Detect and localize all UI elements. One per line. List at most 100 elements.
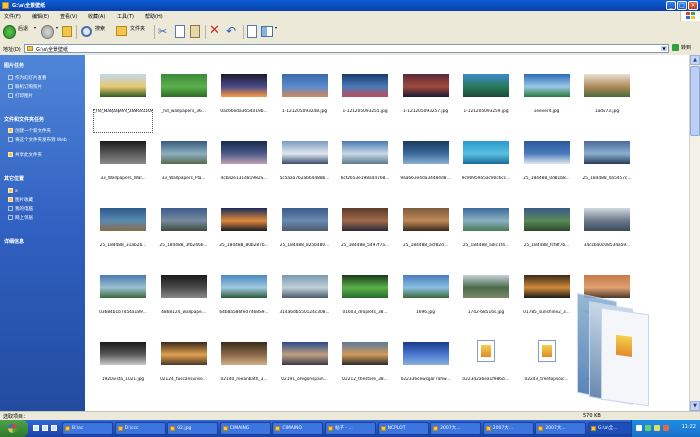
maximize-button[interactable]: □ (677, 1, 687, 10)
file-tasks-header[interactable]: 文件和文件夹任务 (4, 116, 44, 123)
undo-icon[interactable]: ↶ (226, 24, 240, 38)
file-item[interactable]: 1-121205093257.jpg (396, 63, 456, 123)
back-icon[interactable] (3, 25, 16, 39)
file-item[interactable]: 314a6db550124c308... (275, 264, 335, 324)
cut-icon[interactable]: ✂ (158, 25, 172, 39)
file-item[interactable]: 01603_droplets_38... (335, 264, 395, 324)
views-dropdown-icon[interactable]: ▾ (275, 25, 277, 30)
file-item[interactable]: 0ac66eda3654019b... (214, 63, 274, 123)
search-icon[interactable] (81, 26, 92, 37)
file-item[interactable]: 1-121205093255.jpg (335, 63, 395, 123)
print-pictures-link[interactable]: 打印图片 (8, 93, 33, 99)
details-header[interactable]: 详细信息 (4, 238, 24, 245)
file-item[interactable]: 4cbaze131481982S... (214, 130, 274, 190)
tray-volume-icon[interactable] (654, 425, 660, 431)
copy-icon[interactable] (175, 25, 185, 38)
file-item[interactable]: 25_184488_fcf8f7b... (517, 197, 577, 257)
taskbar-button[interactable]: 帖子 - ... (325, 422, 376, 435)
file-item[interactable]: 34ccba0c08534a59... (577, 197, 637, 257)
file-item[interactable]: 1-121205093248.jpg (275, 63, 335, 123)
scroll-up-button[interactable]: ▲ (690, 55, 700, 65)
file-item[interactable]: 1920vista_1021.jpg (93, 331, 153, 391)
taskbar-button[interactable]: 2007大... (535, 422, 587, 435)
picture-tasks-header[interactable]: 图片任务 (4, 62, 24, 69)
file-item[interactable]: 1696.jpg (396, 264, 456, 324)
file-item[interactable]: 4868124_wallpape... (154, 264, 214, 324)
menu-tools[interactable]: 工具(T) (117, 13, 134, 20)
file-item[interactable]: 5c5aaa762ab64488b... (275, 130, 335, 190)
taskbar-button[interactable]: CIMAING (219, 422, 271, 435)
file-item[interactable]: 02212_thestare_38... (335, 331, 395, 391)
file-item[interactable]: 25_184488_adic1f4... (456, 197, 516, 257)
network-places-link[interactable]: 网上邻居 (8, 215, 33, 221)
taskbar-button[interactable]: B:\ac (62, 422, 113, 435)
paste-icon[interactable] (190, 25, 200, 38)
share-folder-link[interactable]: 共享此文件夹 (8, 152, 42, 158)
go-button[interactable]: 转到 (672, 44, 698, 53)
taskbar-button[interactable]: NCPLOT (377, 422, 429, 435)
new-folder-link[interactable]: 创建一个新文件夹 (8, 128, 51, 134)
taskbar-button[interactable]: 02.jpg (167, 422, 219, 435)
file-item[interactable]: 33_Wallpapers_Wal... (93, 130, 153, 190)
file-item[interactable]: 25_184488_31ab2b... (93, 197, 153, 257)
taskbar-button[interactable]: 2007大... (430, 422, 482, 435)
file-item[interactable]: 01785_sunshine2_3... (517, 264, 577, 324)
scroll-thumb[interactable] (690, 66, 700, 136)
up-folder-icon[interactable] (62, 26, 72, 37)
file-item[interactable]: 25_184488_5497f7a... (335, 197, 395, 257)
menu-favorites[interactable]: 收藏(A) (88, 13, 105, 20)
file-item[interactable]: 03684b1b7d54a189... (93, 264, 153, 324)
slideshow-link[interactable]: 作为幻灯片查看 (8, 75, 47, 81)
delete-icon[interactable]: ✕ (209, 24, 223, 38)
file-item[interactable]: 9aa663e4da34484d8... (396, 130, 456, 190)
file-item[interactable]: 64b8a586fed7468S9... (214, 264, 274, 324)
minimize-button[interactable]: _ (666, 1, 676, 10)
back-dropdown-icon[interactable]: ▾ (34, 25, 36, 30)
forward-icon[interactable] (41, 25, 54, 39)
tray-ime-icon[interactable] (663, 425, 669, 431)
views-icon[interactable] (261, 26, 273, 37)
file-item[interactable]: 25_184488_3fb2466... (154, 197, 214, 257)
folders-icon[interactable] (116, 26, 127, 36)
file-item[interactable]: 25_184488_80b287b... (214, 197, 274, 257)
menu-edit[interactable]: 编辑(E) (32, 13, 49, 20)
tray-security-icon[interactable] (645, 425, 651, 431)
tray-network-icon[interactable] (636, 425, 642, 431)
close-button[interactable]: × (688, 1, 698, 10)
publish-web-link[interactable]: 将这个文件夹发布到 Web (8, 137, 78, 143)
taskbar-button[interactable]: D:\ccc (114, 422, 166, 435)
menu-file[interactable]: 文件(F) (4, 13, 21, 20)
properties-icon[interactable] (247, 25, 257, 38)
folders-button[interactable]: 文件夹 (130, 25, 145, 32)
file-item[interactable]: 25_184488_acf82d... (396, 197, 456, 257)
file-item[interactable]: _hd_wallpapers_2880x1200_20080213_141128… (93, 63, 153, 133)
menu-view[interactable]: 查看(V) (60, 13, 77, 20)
forward-dropdown-icon[interactable]: ▾ (56, 25, 58, 30)
vertical-scrollbar[interactable]: ▲ ▼ (689, 55, 700, 411)
file-item[interactable]: 1adv73.jpg (577, 63, 637, 123)
file-item[interactable]: _hd_wallpapers_36... (154, 63, 214, 123)
address-input[interactable]: G:\a\全景壁纸 ▼ (24, 44, 669, 53)
file-item[interactable]: 02243_treetopsoic... (517, 331, 577, 391)
taskbar-button[interactable]: 2007大... (482, 422, 534, 435)
my-pictures-link[interactable]: 图片收藏 (8, 197, 33, 203)
quicklaunch-media-icon[interactable] (51, 425, 57, 431)
my-computer-link[interactable]: 我的电脑 (8, 206, 33, 212)
file-item[interactable]: 1-121205093259.jpg (456, 63, 516, 123)
start-button[interactable] (0, 420, 28, 437)
file-item[interactable]: 1eever4.jpg (517, 63, 577, 123)
address-dropdown-icon[interactable]: ▼ (661, 46, 667, 51)
file-item[interactable]: 02191_oregonspain... (275, 331, 335, 391)
file-item[interactable]: 02140_reeanbath_3... (214, 331, 274, 391)
file-item[interactable]: 02124_tuscansunse... (154, 331, 214, 391)
menu-help[interactable]: 帮助(H) (145, 13, 163, 20)
taskbar-button[interactable]: CIMAINO (272, 422, 324, 435)
file-item[interactable]: 33_Wallpapers_Pla... (154, 130, 214, 190)
quicklaunch-ie-icon[interactable] (33, 425, 39, 431)
file-item[interactable]: 25_184488_0d81b8... (517, 130, 577, 190)
file-item[interactable]: 022342a6ea1f986ci... (456, 331, 516, 391)
scroll-down-button[interactable]: ▼ (690, 401, 700, 411)
file-item[interactable]: 25_184488_825b480... (275, 197, 335, 257)
order-prints-link[interactable]: 联机订购照片 (8, 84, 42, 90)
back-button[interactable]: 后退 (18, 25, 28, 32)
